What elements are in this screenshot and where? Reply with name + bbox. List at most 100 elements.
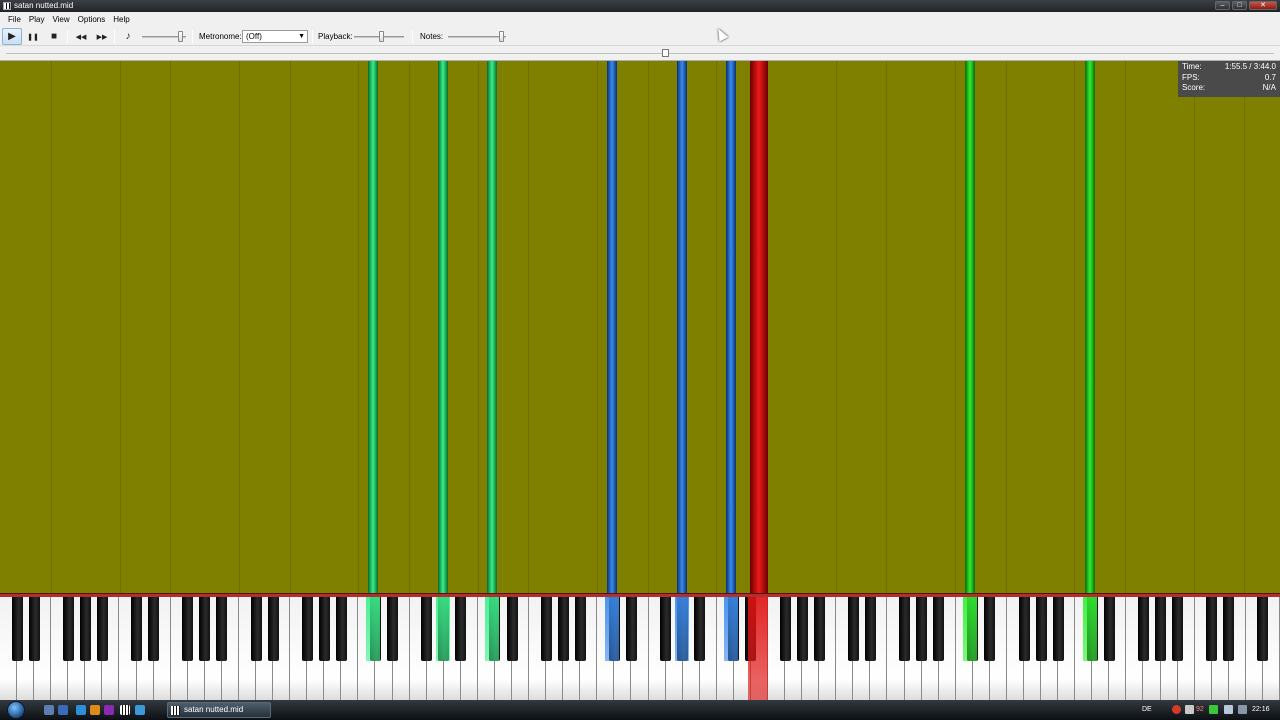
piano-black-key[interactable] [847,597,859,661]
play-button[interactable]: ▶ [2,28,22,45]
piano-app-icon[interactable] [120,705,130,715]
menu-file[interactable]: File [4,12,25,27]
falling-note-blue [726,61,736,593]
piano-black-key[interactable] [933,597,945,661]
pressed-key-highlight [605,597,619,661]
piano-black-key[interactable] [557,597,569,661]
minimize-button[interactable]: – [1215,1,1230,10]
gridline [290,61,291,593]
app-icon[interactable] [135,705,145,715]
piano-black-key[interactable] [421,597,433,661]
menu-help[interactable]: Help [109,12,133,27]
menu-play[interactable]: Play [25,12,49,27]
piano-black-key[interactable] [779,597,791,661]
piano-black-key[interactable] [96,597,108,661]
falling-note-teal-green [438,61,448,593]
language-indicator[interactable]: DE [1142,704,1152,716]
maximize-button[interactable]: □ [1232,1,1247,10]
piano-black-key[interactable] [506,597,518,661]
window-switcher-icon[interactable] [58,705,68,715]
sync-icon[interactable] [1238,705,1247,714]
menu-options[interactable]: Options [74,12,110,27]
firefox-icon[interactable] [90,705,100,715]
piano-black-key[interactable] [1103,597,1115,661]
piano-black-key[interactable] [1035,597,1047,661]
piano-black-key[interactable] [574,597,586,661]
piano-black-key[interactable] [387,597,399,661]
clock: 22:16 [1252,706,1270,713]
piano-black-key[interactable] [1257,597,1269,661]
piano-black-key[interactable] [216,597,228,661]
rewind-button[interactable]: ◀◀ [71,28,91,45]
playback-slider-thumb[interactable] [379,31,384,42]
piano-black-key[interactable] [899,597,911,661]
close-button[interactable]: ✕ [1249,1,1277,10]
piano-keyboard [0,593,1280,700]
piano-black-key[interactable] [1172,597,1184,661]
pause-button[interactable]: ❚❚ [23,28,43,45]
piano-black-key[interactable] [11,597,23,661]
volume-icon[interactable]: ♪ [118,28,138,45]
piano-black-key[interactable] [1018,597,1030,661]
piano-black-key[interactable] [148,597,160,661]
piano-black-key[interactable] [335,597,347,661]
seek-track[interactable] [6,53,1274,54]
piano-black-key[interactable] [1052,597,1064,661]
pressed-key-highlight [963,597,977,661]
chevron-down-icon: ▼ [298,33,305,40]
piano-black-key[interactable] [1155,597,1167,661]
forward-button[interactable]: ▶▶ [92,28,112,45]
piano-black-key[interactable] [182,597,194,661]
piano-black-key[interactable] [625,597,637,661]
stop-button[interactable]: ■ [44,28,64,45]
browser-icon[interactable] [76,705,86,715]
piano-black-key[interactable] [455,597,467,661]
battery-icon[interactable] [1209,705,1218,714]
taskbar-item-satan-nutted[interactable]: satan nutted.mid [167,702,271,718]
seek-thumb[interactable] [662,49,669,57]
piano-black-key[interactable] [250,597,262,661]
app-icon[interactable] [104,705,114,715]
window-title: satan nutted.mid [14,1,74,10]
piano-black-key[interactable] [660,597,672,661]
notes-slider[interactable] [448,36,506,38]
piano-black-key[interactable] [1137,597,1149,661]
taskbar-item-label: satan nutted.mid [184,705,244,714]
piano-black-key[interactable] [267,597,279,661]
seek-bar[interactable] [0,46,1280,61]
piano-black-key[interactable] [79,597,91,661]
piano-black-key[interactable] [1206,597,1218,661]
score-label: Score: [1182,83,1206,92]
falling-note-green [1085,61,1095,593]
piano-black-key[interactable] [916,597,928,661]
menu-view[interactable]: View [48,12,73,27]
piano-black-key[interactable] [28,597,40,661]
pressed-key-highlight [366,597,380,661]
security-icon[interactable] [1172,705,1181,714]
piano-black-key[interactable] [694,597,706,661]
notes-slider-thumb[interactable] [499,31,504,42]
piano-black-key[interactable] [131,597,143,661]
show-desktop-icon[interactable] [44,705,54,715]
falling-note-teal-green [368,61,378,593]
piano-black-key[interactable] [813,597,825,661]
gridline [597,61,598,593]
piano-black-key[interactable] [540,597,552,661]
piano-app-icon [171,706,180,715]
volume-slider-thumb[interactable] [178,31,183,42]
piano-black-key[interactable] [984,597,996,661]
pressed-key-highlight [748,597,768,700]
start-button[interactable] [7,701,25,719]
piano-black-key[interactable] [301,597,313,661]
network-icon[interactable] [1185,705,1194,714]
piano-black-key[interactable] [1223,597,1235,661]
piano-black-key[interactable] [199,597,211,661]
tray-counter[interactable]: 92 [1196,704,1204,716]
metronome-select[interactable]: (Off) ▼ [242,30,308,43]
speaker-icon[interactable] [1224,705,1233,714]
piano-black-key[interactable] [864,597,876,661]
piano-black-key[interactable] [62,597,74,661]
gridline [1244,61,1245,593]
piano-black-key[interactable] [796,597,808,661]
piano-black-key[interactable] [318,597,330,661]
